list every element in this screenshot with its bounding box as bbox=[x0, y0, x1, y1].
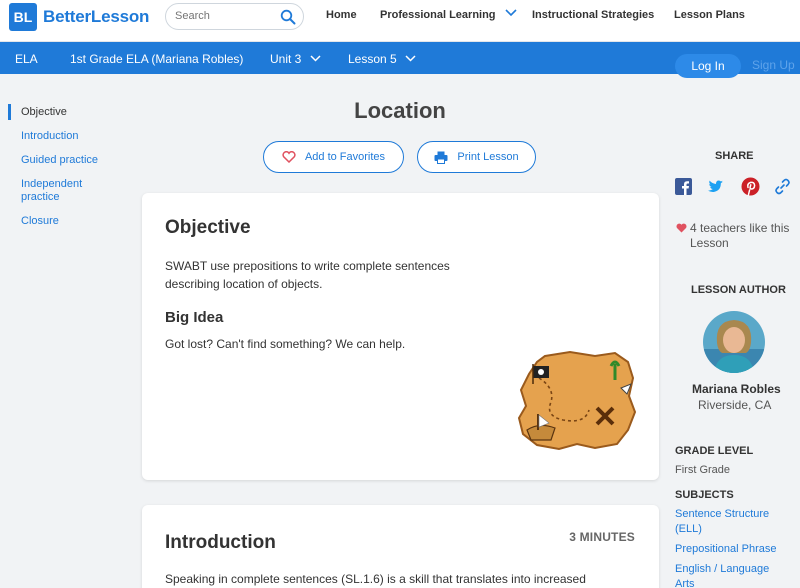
unit-dropdown[interactable]: Unit 3 bbox=[270, 52, 321, 66]
subject-link-sentence-structure[interactable]: Sentence Structure (ELL) bbox=[675, 507, 785, 537]
side-nav-closure[interactable]: Closure bbox=[21, 215, 59, 228]
twitter-icon[interactable] bbox=[706, 178, 727, 195]
heart-icon bbox=[282, 151, 296, 163]
nav-lesson-plans[interactable]: Lesson Plans bbox=[674, 9, 745, 21]
logo-mark: BL bbox=[9, 3, 37, 31]
likes-count: 4 teachers like this Lesson bbox=[690, 221, 790, 250]
author-avatar[interactable] bbox=[703, 311, 765, 373]
side-nav-objective[interactable]: Objective bbox=[21, 106, 67, 119]
grade-level-heading: GRADE LEVEL bbox=[675, 445, 754, 457]
heart-icon bbox=[676, 223, 687, 233]
add-to-favorites-label: Add to Favorites bbox=[304, 151, 386, 163]
search-icon[interactable] bbox=[280, 9, 296, 25]
nav-home[interactable]: Home bbox=[326, 9, 357, 21]
signup-link[interactable]: Sign Up bbox=[752, 58, 795, 72]
add-to-favorites-button[interactable]: Add to Favorites bbox=[263, 141, 404, 173]
facebook-icon[interactable] bbox=[675, 178, 692, 195]
print-lesson-label: Print Lesson bbox=[457, 151, 519, 163]
treasure-map-image bbox=[517, 350, 637, 451]
printer-icon bbox=[434, 151, 448, 164]
side-nav-guided-practice[interactable]: Guided practice bbox=[21, 154, 98, 167]
chevron-down-icon bbox=[405, 55, 416, 62]
print-lesson-button[interactable]: Print Lesson bbox=[417, 141, 536, 173]
login-button[interactable]: Log In bbox=[675, 54, 741, 78]
chevron-down-icon bbox=[310, 55, 321, 62]
objective-text: SWABT use prepositions to write complete… bbox=[165, 259, 450, 291]
chevron-down-icon bbox=[505, 9, 517, 17]
search-box bbox=[165, 3, 304, 30]
nav-professional-learning[interactable]: Professional Learning bbox=[380, 9, 517, 21]
big-idea-heading: Big Idea bbox=[165, 309, 224, 326]
logo-text: BetterLesson bbox=[43, 7, 150, 26]
objective-heading: Objective bbox=[165, 217, 251, 238]
subject-link-prepositional-phrase[interactable]: Prepositional Phrase bbox=[675, 542, 795, 557]
lesson-label: Lesson 5 bbox=[348, 52, 397, 66]
grade-level-value: First Grade bbox=[675, 464, 731, 476]
betterlesson-logo[interactable]: BL BetterLesson bbox=[9, 3, 149, 31]
big-idea-text: Got lost? Can't find something? We can h… bbox=[165, 337, 406, 351]
objective-card: Objective SWABT use prepositions to writ… bbox=[142, 193, 659, 480]
pinterest-icon[interactable] bbox=[741, 177, 760, 196]
link-icon[interactable] bbox=[773, 177, 792, 196]
author-name[interactable]: Mariana Robles bbox=[692, 382, 781, 396]
nav-professional-learning-label: Professional Learning bbox=[380, 9, 496, 21]
subjects-heading: SUBJECTS bbox=[675, 489, 734, 501]
introduction-text: Speaking in complete sentences (SL.1.6) … bbox=[165, 572, 586, 586]
unit-label: Unit 3 bbox=[270, 52, 302, 66]
author-location: Riverside, CA bbox=[698, 398, 772, 412]
author-photo bbox=[703, 311, 765, 373]
introduction-minutes: 3 MINUTES bbox=[569, 530, 635, 544]
course-title[interactable]: 1st Grade ELA (Mariana Robles) bbox=[70, 52, 243, 66]
top-header: BL BetterLesson Home Professional Learni… bbox=[0, 0, 800, 42]
side-nav-introduction[interactable]: Introduction bbox=[21, 130, 78, 143]
introduction-card: Introduction 3 MINUTES Speaking in compl… bbox=[142, 505, 659, 588]
subject-link-english-language-arts[interactable]: English / Language Arts bbox=[675, 562, 785, 588]
lesson-dropdown[interactable]: Lesson 5 bbox=[348, 52, 416, 66]
page-title: Location bbox=[354, 98, 446, 123]
side-nav-independent-practice[interactable]: Independent practice bbox=[21, 178, 121, 204]
search-input[interactable] bbox=[175, 10, 275, 22]
nav-instructional-strategies[interactable]: Instructional Strategies bbox=[532, 9, 654, 21]
side-nav-active-marker bbox=[8, 104, 11, 120]
introduction-heading: Introduction bbox=[165, 532, 276, 553]
course-subject[interactable]: ELA bbox=[15, 52, 38, 66]
lesson-author-heading: LESSON AUTHOR bbox=[691, 284, 786, 296]
share-heading: SHARE bbox=[715, 150, 754, 162]
